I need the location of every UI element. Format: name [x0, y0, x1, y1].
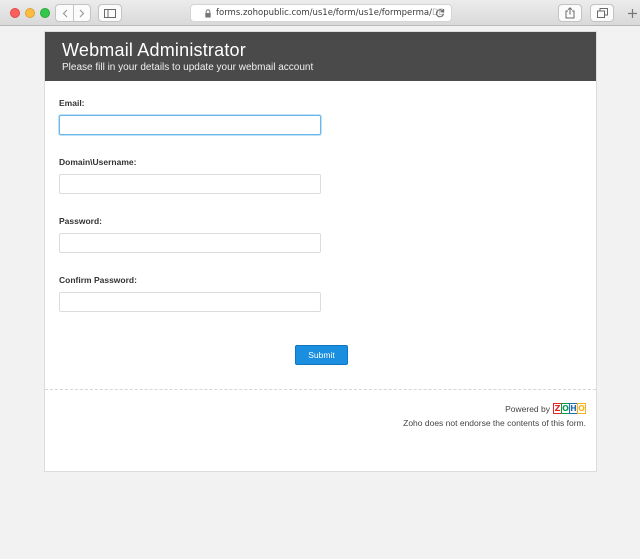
form-title: Webmail Administrator	[62, 40, 246, 60]
new-tab-button[interactable]	[624, 4, 640, 22]
url-text: forms.zohopublic.com/us1e/form/us1e/form…	[216, 8, 445, 18]
chevron-right-icon	[79, 9, 85, 17]
password-field-group: Password:	[59, 216, 321, 253]
browser-toolbar: forms.zohopublic.com/us1e/form/us1e/form…	[0, 0, 640, 26]
confirm-password-field[interactable]	[59, 292, 321, 312]
email-field[interactable]	[59, 115, 321, 135]
disclaimer-text: Zoho does not endorse the contents of th…	[403, 418, 586, 428]
reload-icon[interactable]	[435, 8, 445, 18]
powered-by: Powered by Z O H O	[505, 403, 586, 414]
username-field-group: Domain\Username:	[59, 157, 321, 194]
form-subtitle: Please fill in your details to update yo…	[62, 62, 314, 73]
chevron-left-icon	[62, 9, 67, 17]
close-window-button[interactable]	[10, 8, 20, 18]
powered-by-label: Powered by	[505, 403, 550, 414]
submit-button[interactable]: Submit	[295, 345, 348, 365]
username-label: Domain\Username:	[59, 157, 137, 167]
email-field-group: Email:	[59, 98, 321, 135]
zoho-logo-letter: O	[577, 403, 586, 414]
show-tabs-button[interactable]	[590, 4, 614, 22]
address-bar[interactable]: forms.zohopublic.com/us1e/form/us1e/form…	[190, 4, 452, 22]
confirm-password-field-group: Confirm Password:	[59, 275, 321, 312]
back-button[interactable]	[55, 4, 73, 22]
tabs-icon	[596, 8, 608, 18]
forward-button[interactable]	[73, 4, 91, 22]
username-field[interactable]	[59, 174, 321, 194]
password-field[interactable]	[59, 233, 321, 253]
footer-divider	[45, 389, 596, 390]
sidebar-icon	[104, 8, 116, 18]
password-label: Password:	[59, 216, 102, 226]
share-button[interactable]	[558, 4, 582, 22]
sidebar-toggle-button[interactable]	[98, 4, 122, 22]
minimize-window-button[interactable]	[25, 8, 35, 18]
plus-icon	[627, 8, 637, 18]
email-label: Email:	[59, 98, 85, 108]
form-header: Webmail Administrator Please fill in you…	[45, 32, 596, 81]
share-icon	[565, 7, 575, 19]
lock-icon	[205, 9, 211, 18]
maximize-window-button[interactable]	[40, 8, 50, 18]
zoho-logo[interactable]: Z O H O	[553, 403, 586, 414]
confirm-password-label: Confirm Password:	[59, 275, 137, 285]
history-nav	[55, 4, 92, 22]
form-card: Webmail Administrator Please fill in you…	[44, 31, 597, 472]
